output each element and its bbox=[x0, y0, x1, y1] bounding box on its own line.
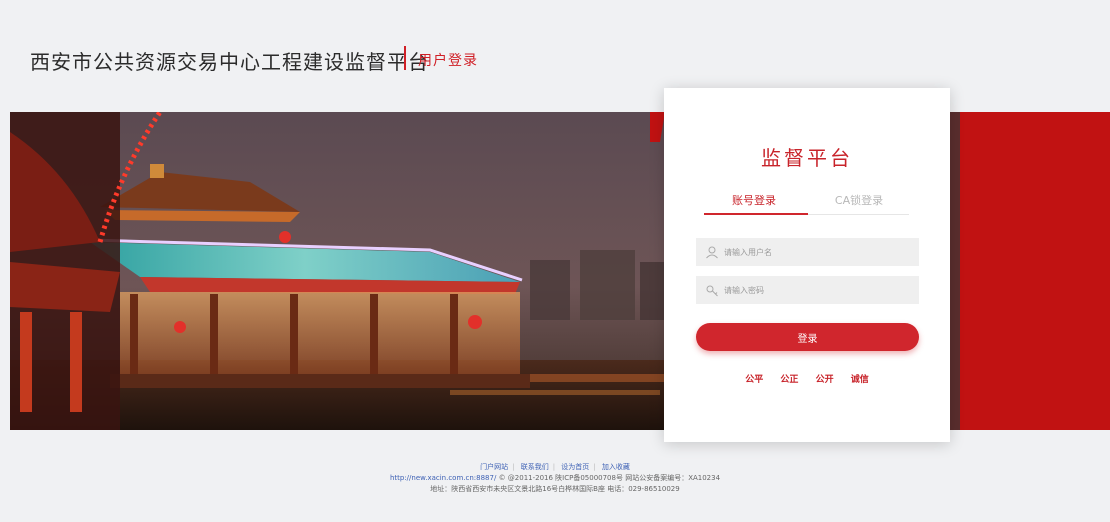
footer-url-link[interactable]: http://new.xacin.com.cn:8887/ bbox=[390, 474, 496, 482]
username-input[interactable] bbox=[724, 238, 912, 266]
footer-address: 地址：陕西省西安市未央区文景北路16号白桦林国际B座 电话：029-865100… bbox=[430, 485, 680, 493]
footer-copyright: © @2011-2016 陕ICP备05000708号 网站公安备案编号：XA1… bbox=[498, 474, 721, 482]
tab-ca-login[interactable]: CA锁登录 bbox=[809, 192, 909, 214]
key-icon bbox=[706, 285, 718, 297]
footer-link-contact[interactable]: 联系我们 bbox=[521, 463, 549, 471]
site-title: 西安市公共资源交易中心工程建设监督平台 bbox=[30, 50, 429, 74]
slogan-justice: 公正 bbox=[780, 375, 799, 385]
tab-account-login[interactable]: 账号登录 bbox=[704, 192, 804, 214]
card-title: 监督平台 bbox=[761, 146, 853, 170]
footer-link-homepage[interactable]: 设为首页 bbox=[561, 463, 589, 471]
title-divider bbox=[404, 46, 406, 70]
footer-link-portal[interactable]: 门户网站 bbox=[480, 463, 508, 471]
footer-copyright-line: http://new.xacin.com.cn:8887/ © @2011-20… bbox=[0, 473, 1110, 484]
username-field bbox=[696, 238, 919, 266]
footer-link-favorite[interactable]: 加入收藏 bbox=[602, 463, 630, 471]
slogan-integrity: 诚信 bbox=[850, 375, 869, 385]
user-icon bbox=[706, 246, 718, 259]
tab-active-indicator bbox=[704, 213, 808, 215]
password-field bbox=[696, 276, 919, 304]
password-input[interactable] bbox=[724, 276, 912, 304]
slogan-fairness: 公平 bbox=[745, 375, 764, 385]
footer: 门户网站 | 联系我们 | 设为首页 | 加入收藏 http://new.xacin.… bbox=[0, 462, 1110, 495]
login-button[interactable]: 登录 bbox=[696, 323, 919, 351]
page-subtitle: 用户登录 bbox=[418, 53, 478, 69]
footer-links: 门户网站 | 联系我们 | 设为首页 | 加入收藏 bbox=[480, 463, 630, 471]
login-card: 监督平台 账号登录 CA锁登录 登录 公平 公正 公开 诚信 bbox=[664, 88, 950, 442]
slogans: 公平 公正 公开 诚信 bbox=[664, 372, 950, 385]
slogan-openness: 公开 bbox=[815, 375, 834, 385]
